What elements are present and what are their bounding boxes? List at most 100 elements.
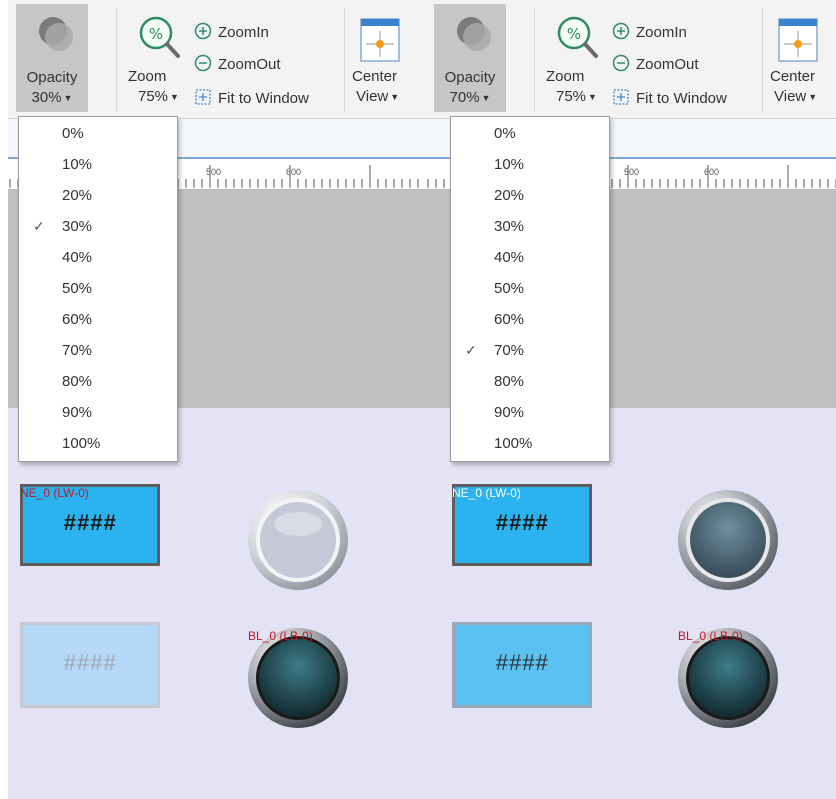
zoom-in-label: ZoomIn bbox=[218, 24, 269, 41]
ribbon-divider bbox=[534, 8, 535, 112]
opacity-option-label: 0% bbox=[62, 125, 84, 142]
opacity-label: Opacity bbox=[444, 69, 496, 86]
zoom-in-button[interactable]: ZoomIn bbox=[612, 22, 687, 41]
numeric-display-value: #### bbox=[63, 510, 117, 535]
opacity-option[interactable]: 0% bbox=[19, 119, 177, 149]
zoom-out-button[interactable]: ZoomOut bbox=[612, 54, 699, 73]
opacity-option[interactable]: 80% bbox=[451, 367, 609, 397]
opacity-option[interactable]: 40% bbox=[19, 243, 177, 273]
opacity-option-label: 10% bbox=[62, 156, 93, 173]
center-view-icon[interactable] bbox=[360, 18, 400, 62]
opacity-button[interactable]: Opacity 30% ▼ bbox=[16, 4, 88, 112]
ruler-mark: 500 bbox=[206, 167, 222, 177]
opacity-value: 70% ▼ bbox=[449, 89, 491, 106]
caret-down-icon: ▼ bbox=[808, 92, 818, 103]
zoom-label[interactable]: Zoom bbox=[128, 68, 166, 85]
opacity-option[interactable]: 20% bbox=[19, 181, 177, 211]
numeric-display-value: #### bbox=[495, 650, 549, 675]
caret-down-icon: ▼ bbox=[588, 92, 597, 103]
editor-panel-left: Opacity 30% ▼ % Zoom 75% ▼ ZoomIn ZoomOut … bbox=[8, 0, 426, 799]
opacity-option[interactable]: 30% bbox=[451, 212, 609, 242]
opacity-option-label: 70% bbox=[62, 342, 93, 359]
magnifier-percent-icon[interactable]: % bbox=[136, 14, 182, 60]
opacity-option-label: 80% bbox=[62, 373, 93, 390]
opacity-value: 30% ▼ bbox=[31, 89, 73, 106]
ruler-mark: 600 bbox=[704, 167, 720, 177]
opacity-option-label: 10% bbox=[494, 156, 525, 173]
zoom-value[interactable]: 75% ▼ bbox=[138, 88, 179, 105]
zoom-in-icon bbox=[194, 22, 212, 40]
ribbon-toolbar: Opacity 30% ▼ % Zoom 75% ▼ ZoomIn ZoomOut … bbox=[8, 0, 426, 119]
lamp-1[interactable] bbox=[246, 488, 350, 592]
zoom-label[interactable]: Zoom bbox=[546, 68, 584, 85]
zoom-in-icon bbox=[612, 22, 630, 40]
editor-panel-right: Opacity 70% ▼ % Zoom 75% ▼ ZoomIn ZoomOut … bbox=[426, 0, 836, 799]
zoom-in-label: ZoomIn bbox=[636, 24, 687, 41]
opacity-option-label: 40% bbox=[494, 249, 525, 266]
opacity-option[interactable]: 90% bbox=[19, 398, 177, 428]
zoom-out-icon bbox=[194, 54, 212, 72]
center-view-label-2[interactable]: View ▼ bbox=[356, 88, 399, 105]
opacity-option[interactable]: 60% bbox=[19, 305, 177, 335]
caret-down-icon: ▼ bbox=[390, 92, 400, 103]
zoom-value[interactable]: 75% ▼ bbox=[556, 88, 597, 105]
zoom-in-button[interactable]: ZoomIn bbox=[194, 22, 269, 41]
center-view-icon[interactable] bbox=[778, 18, 818, 62]
opacity-dropdown-menu: 0% 10% 20% 30% ✓ 40% 50% 60% 70% 80% 90% 100% bbox=[18, 116, 178, 462]
object-tag: NE_0 (LW-0) bbox=[20, 486, 89, 500]
center-view-label-2[interactable]: View ▼ bbox=[774, 88, 817, 105]
center-view-label[interactable]: Center bbox=[770, 68, 815, 85]
fit-to-window-label: Fit to Window bbox=[218, 90, 309, 107]
opacity-option-label: 20% bbox=[494, 187, 525, 204]
checkmark-icon: ✓ bbox=[33, 218, 45, 234]
opacity-option[interactable]: 80% bbox=[19, 367, 177, 397]
opacity-option-label: 20% bbox=[62, 187, 93, 204]
opacity-option[interactable]: 40% bbox=[451, 243, 609, 273]
lamp-1[interactable] bbox=[676, 488, 780, 592]
opacity-option-label: 90% bbox=[62, 404, 93, 421]
opacity-option[interactable]: 100% bbox=[451, 429, 609, 459]
opacity-option-label: 30% bbox=[494, 218, 525, 235]
opacity-option-label: 70% bbox=[494, 342, 525, 359]
svg-text:%: % bbox=[149, 25, 163, 43]
opacity-option-label: 100% bbox=[494, 435, 533, 452]
opacity-option[interactable]: 90% bbox=[451, 398, 609, 428]
opacity-option[interactable]: 0% bbox=[451, 119, 609, 149]
opacity-icon bbox=[457, 17, 491, 51]
ribbon-divider bbox=[344, 8, 345, 112]
numeric-display-2[interactable]: #### bbox=[20, 622, 160, 708]
object-tag: BL_0 (LB-0) bbox=[678, 629, 743, 643]
fit-to-window-button[interactable]: Fit to Window bbox=[194, 88, 309, 107]
numeric-display-value: #### bbox=[63, 650, 117, 675]
opacity-option-label: 60% bbox=[62, 311, 93, 328]
object-tag: BL_0 (LB-0) bbox=[248, 629, 313, 643]
caret-down-icon: ▼ bbox=[170, 92, 179, 103]
opacity-option[interactable]: 70% ✓ bbox=[451, 336, 609, 366]
opacity-option[interactable]: 70% bbox=[19, 336, 177, 366]
opacity-option[interactable]: 10% bbox=[451, 150, 609, 180]
zoom-out-button[interactable]: ZoomOut bbox=[194, 54, 281, 73]
opacity-option[interactable]: 10% bbox=[19, 150, 177, 180]
opacity-option[interactable]: 50% bbox=[19, 274, 177, 304]
caret-down-icon: ▼ bbox=[481, 93, 491, 104]
fit-window-icon bbox=[195, 89, 211, 105]
opacity-option-label: 50% bbox=[494, 280, 525, 297]
ribbon-divider bbox=[116, 8, 117, 112]
opacity-option-label: 30% bbox=[62, 218, 93, 235]
zoom-out-icon bbox=[612, 54, 630, 72]
checkmark-icon: ✓ bbox=[465, 342, 477, 358]
opacity-option-label: 80% bbox=[494, 373, 525, 390]
magnifier-percent-icon[interactable]: % bbox=[554, 14, 600, 60]
object-tag: NE_0 (LW-0) bbox=[452, 486, 521, 500]
opacity-option[interactable]: 20% bbox=[451, 181, 609, 211]
fit-to-window-button[interactable]: Fit to Window bbox=[612, 88, 727, 107]
opacity-option[interactable]: 60% bbox=[451, 305, 609, 335]
opacity-button[interactable]: Opacity 70% ▼ bbox=[434, 4, 506, 112]
opacity-option-label: 90% bbox=[494, 404, 525, 421]
numeric-display-2[interactable]: #### bbox=[452, 622, 592, 708]
center-view-label[interactable]: Center bbox=[352, 68, 397, 85]
opacity-option[interactable]: 50% bbox=[451, 274, 609, 304]
opacity-option[interactable]: 30% ✓ bbox=[19, 212, 177, 242]
opacity-option[interactable]: 100% bbox=[19, 429, 177, 459]
zoom-out-label: ZoomOut bbox=[636, 56, 699, 73]
